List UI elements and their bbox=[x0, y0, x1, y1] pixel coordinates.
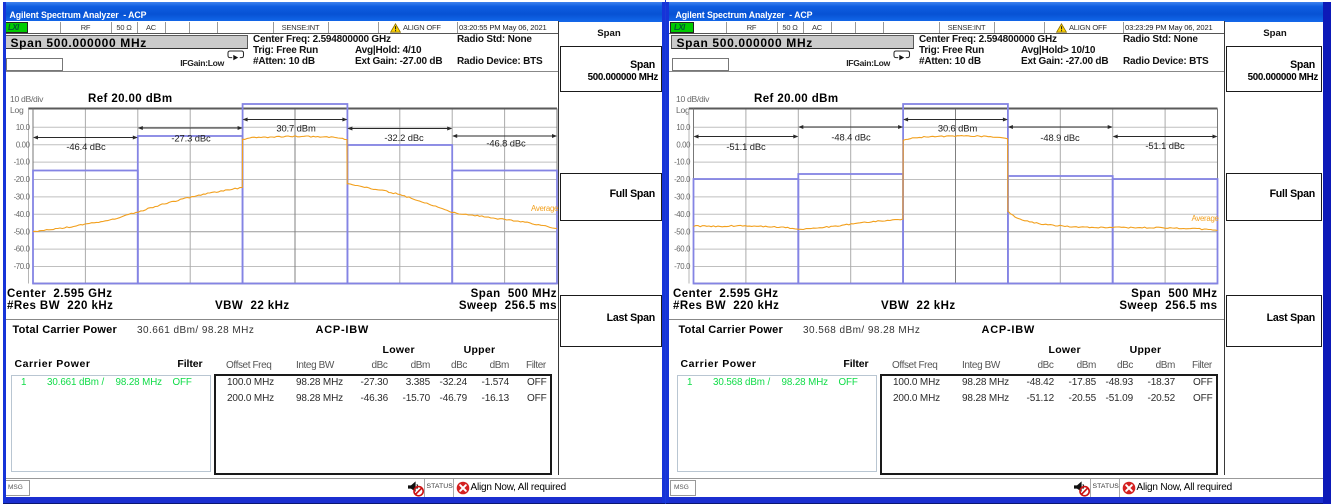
svg-text:-27.3 dBc: -27.3 dBc bbox=[171, 133, 211, 144]
svg-text:-30.0: -30.0 bbox=[674, 193, 691, 202]
svg-text:-48.4 dBc: -48.4 dBc bbox=[831, 132, 871, 143]
svg-text:Average: Average bbox=[531, 204, 559, 213]
svg-text:-70.0: -70.0 bbox=[14, 262, 31, 271]
svg-text:-48.9 dBc: -48.9 dBc bbox=[1040, 132, 1080, 143]
svg-text:-46.4 dBc: -46.4 dBc bbox=[66, 141, 106, 152]
svg-text:-50.0: -50.0 bbox=[674, 227, 691, 236]
svg-text:0.00: 0.00 bbox=[16, 140, 31, 149]
svg-text:-10.0: -10.0 bbox=[14, 158, 31, 167]
svg-text:-46.8 dBc: -46.8 dBc bbox=[486, 138, 526, 149]
svg-text:-20.0: -20.0 bbox=[14, 175, 31, 184]
svg-text:10.0: 10.0 bbox=[676, 123, 691, 132]
svg-text:30.6 dBm: 30.6 dBm bbox=[938, 122, 978, 133]
svg-text:Average: Average bbox=[1192, 214, 1220, 223]
svg-text:-51.1 dBc: -51.1 dBc bbox=[1145, 140, 1185, 151]
svg-text:-60.0: -60.0 bbox=[14, 245, 31, 254]
svg-text:10.0: 10.0 bbox=[16, 123, 31, 132]
svg-text:-10.0: -10.0 bbox=[674, 158, 691, 167]
svg-text:-40.0: -40.0 bbox=[674, 210, 691, 219]
svg-text:-60.0: -60.0 bbox=[674, 245, 691, 254]
svg-text:0.00: 0.00 bbox=[676, 140, 691, 149]
svg-text:-40.0: -40.0 bbox=[14, 210, 31, 219]
svg-text:-50.0: -50.0 bbox=[14, 227, 31, 236]
svg-text:-20.0: -20.0 bbox=[674, 175, 691, 184]
svg-text:-30.0: -30.0 bbox=[14, 193, 31, 202]
svg-text:-32.2 dBc: -32.2 dBc bbox=[384, 132, 424, 143]
svg-text:-70.0: -70.0 bbox=[674, 262, 691, 271]
svg-text:-51.1 dBc: -51.1 dBc bbox=[726, 141, 766, 152]
svg-text:30.7 dBm: 30.7 dBm bbox=[276, 122, 316, 133]
